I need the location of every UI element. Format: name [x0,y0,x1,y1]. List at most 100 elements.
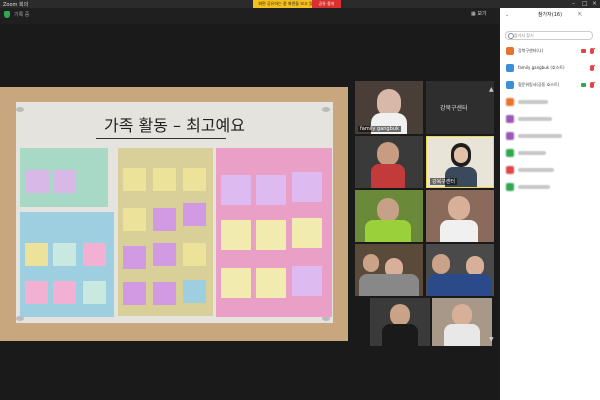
avatar [506,81,514,89]
gallery-prev-arrow-icon[interactable]: ▲ [489,86,494,93]
mic-muted-icon[interactable] [590,65,594,71]
video-tile[interactable] [426,190,494,242]
participant-video [365,220,411,242]
mic-muted-icon[interactable] [590,48,594,54]
gallery-next-arrow-icon[interactable]: ▼ [489,336,494,343]
meeting-top-bar [0,8,500,24]
participant-video [454,147,468,163]
video-tile[interactable] [370,298,430,346]
participant-video [452,304,472,326]
video-tile-name: 강북구센터 [430,178,458,185]
avatar [506,64,514,72]
video-tile[interactable]: family gangbuk [355,81,423,134]
sticky-note [153,282,176,305]
participant-row[interactable] [503,146,598,160]
sticky-note [221,268,251,298]
participant-row[interactable]: 강북구센터(나) [503,44,598,58]
participant-search-input[interactable]: 참가자 찾기 [505,31,593,40]
video-tile[interactable]: 강북구센터 [426,81,494,134]
sticky-note [26,170,49,193]
sticky-note [153,168,176,191]
video-tile[interactable] [355,244,423,296]
sticky-note [183,203,206,226]
sticky-note [123,208,146,231]
participant-video [371,164,405,188]
participant-name-blurred [518,185,550,189]
participant-name: 협운워킹사(공동 호스트) [518,82,560,87]
avatar [506,47,514,55]
title-underline [96,138,226,139]
video-tile[interactable] [355,190,423,242]
view-button[interactable]: ▦ 보기 [471,10,487,17]
participant-row[interactable] [503,95,598,109]
participant-video [444,324,480,346]
participant-video [363,254,379,272]
sticky-note [25,243,48,266]
participant-name-blurred [518,134,562,138]
sticky-note [221,175,251,205]
sticky-note [25,281,48,304]
slide-title: 가족 활동 – 최고예요 [103,116,246,135]
participant-video [377,142,399,166]
avatar [506,132,514,140]
participant-video [466,256,484,276]
sticky-note [83,243,106,266]
popout-icon[interactable]: ⇱ [578,12,582,18]
maximize-icon[interactable]: □ [582,0,588,7]
sticky-note [83,281,106,304]
video-tile[interactable] [355,136,423,188]
video-on-icon[interactable] [581,83,586,87]
sticky-note [153,243,176,266]
participant-video [432,254,450,274]
sticky-note [183,243,206,266]
participant-video [428,274,492,296]
participant-name: family gangbuk (호스트) [518,65,565,70]
sticky-note [183,168,206,191]
close-icon[interactable]: × [592,0,597,7]
sticky-note [53,281,76,304]
participant-name: 강북구센터(나) [518,48,544,53]
participant-video [382,324,418,346]
participant-name-blurred [518,151,546,155]
video-tile[interactable] [426,244,494,296]
avatar [506,98,514,106]
sticky-note [292,218,322,248]
sticky-note [292,172,322,202]
video-off-icon[interactable] [581,49,586,53]
participant-row[interactable] [503,129,598,143]
app-title: Zoom 회의 [3,2,29,8]
avatar [506,149,514,157]
video-tile-name: family gangbuk [358,126,401,132]
search-icon [508,33,514,39]
avatar [506,115,514,123]
participant-row[interactable]: 협운워킹사(공동 호스트) [503,78,598,92]
sticky-note [221,220,251,250]
mic-muted-icon[interactable] [590,82,594,88]
participant-video [440,220,478,242]
sticky-note [256,175,286,205]
participant-name-blurred [518,168,554,172]
stop-share-button[interactable]: 공유 중지 [312,0,341,8]
sticky-note [53,243,76,266]
sticky-note [183,280,206,303]
participant-row[interactable] [503,180,598,194]
sticky-note [123,282,146,305]
sticky-note [53,170,76,193]
sticky-note [292,266,322,296]
participant-video [359,274,419,296]
participant-name-blurred [518,100,548,104]
security-shield-icon[interactable] [4,11,10,18]
participant-row[interactable]: family gangbuk (호스트) [503,61,598,75]
sticky-note [153,208,176,231]
sticky-note [256,220,286,250]
video-tile-active-speaker[interactable]: 강북구센터 [426,136,494,188]
participants-title: 참가자(16) [537,12,563,18]
video-tile-name: 강북구센터 [440,105,468,112]
participant-row[interactable] [503,163,598,177]
recording-indicator[interactable]: 기록 중 [14,11,29,18]
participant-video [448,196,470,220]
video-tile[interactable] [432,298,492,346]
participant-row[interactable] [503,112,598,126]
minimize-icon[interactable]: – [572,0,575,7]
participant-video [390,304,410,326]
